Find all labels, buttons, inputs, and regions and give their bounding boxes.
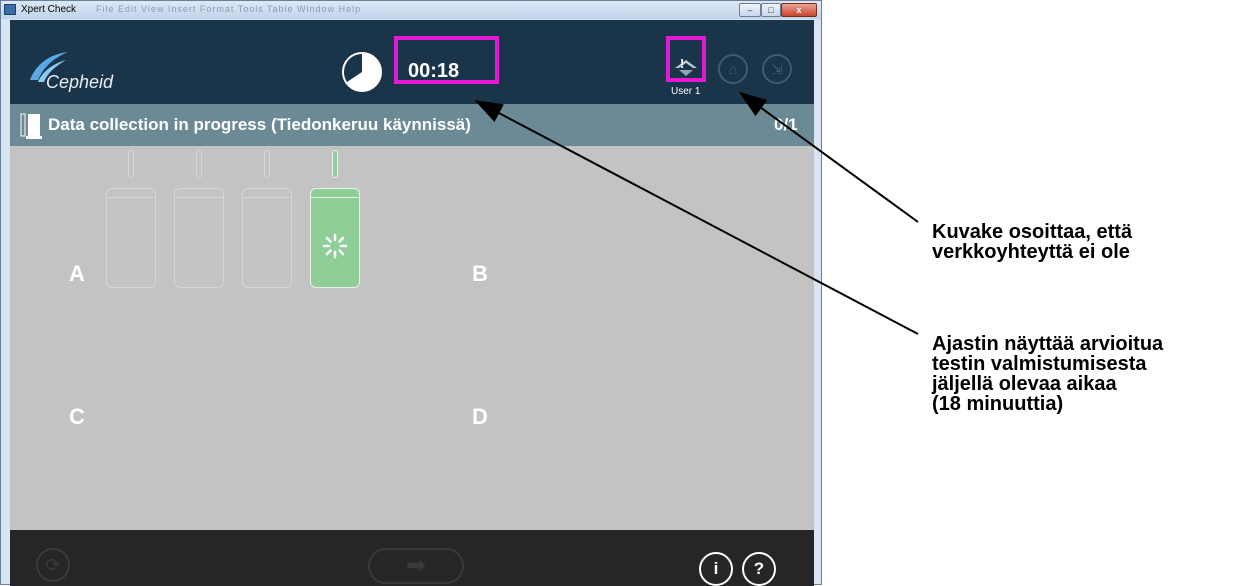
title-bar[interactable]: Xpert Check File Edit View Insert Format… [1, 1, 821, 19]
minimize-button[interactable]: – [739, 3, 761, 17]
quadrant-label-a: A [69, 261, 85, 286]
module-tab [264, 150, 270, 178]
module-body [106, 188, 156, 288]
spinner-icon [322, 233, 348, 259]
next-button[interactable]: ➡ [368, 548, 464, 584]
close-button[interactable]: x [781, 3, 817, 17]
callout-line: Ajastin näyttää arvioitua [932, 333, 1164, 355]
module-tab [196, 150, 202, 178]
quadrant-label-b: B [472, 261, 488, 286]
module-body [242, 188, 292, 288]
status-bar: Data collection in progress (Tiedonkeruu… [10, 104, 814, 146]
callout-line: jäljellä olevaa aikaa [932, 373, 1117, 395]
exit-button[interactable]: ⇲ [762, 54, 792, 84]
cartridge-icon [20, 113, 42, 139]
app-content: Cepheid 00:18 ! User 1 ⌂ ⇲ Data collecti… [10, 20, 814, 586]
info-icon: i [713, 559, 719, 578]
menu-bar[interactable]: File Edit View Insert Format Tools Table… [96, 4, 361, 14]
module-body [174, 188, 224, 288]
refresh-button[interactable]: ⟳ [36, 548, 70, 582]
timer-callout-text: Ajastin näyttää arvioitua testin valmist… [932, 334, 1163, 414]
window-title: Xpert Check [21, 4, 77, 15]
module-count: 0/1 [774, 115, 798, 134]
callout-line: Kuvake osoittaa, että [932, 221, 1133, 243]
callout-line: testin valmistumisesta [932, 353, 1147, 375]
callout-line: (18 minuuttia) [932, 393, 1064, 415]
app-window: Xpert Check File Edit View Insert Format… [0, 0, 822, 586]
progress-pie-icon [342, 52, 382, 92]
arrow-right-icon: ➡ [405, 552, 427, 579]
exit-icon: ⇲ [771, 61, 783, 77]
module-tab [128, 150, 134, 178]
network-callout-text: Kuvake osoittaa, että verkkoyhteyttä ei … [932, 222, 1132, 262]
network-highlight-box [666, 36, 706, 82]
footer-bar: ⟳ ➡ i ? [10, 530, 814, 586]
callout-line: verkkoyhteyttä ei ole [932, 241, 1130, 263]
logo-text: Cepheid [46, 72, 114, 92]
status-message: Data collection in progress (Tiedonkeruu… [48, 115, 471, 134]
maximize-button[interactable]: □ [761, 3, 781, 17]
timer-highlight-box [394, 36, 499, 84]
user-label: User 1 [671, 86, 701, 97]
home-icon: ⌂ [728, 61, 738, 77]
app-icon [4, 4, 16, 15]
help-button[interactable]: ? [742, 552, 776, 586]
quadrant-label-c: C [69, 404, 85, 429]
quadrant-label-d: D [472, 404, 488, 429]
help-icon: ? [753, 559, 765, 578]
home-button[interactable]: ⌂ [718, 54, 748, 84]
module-body [310, 188, 360, 288]
refresh-icon: ⟳ [45, 555, 61, 575]
info-button[interactable]: i [699, 552, 733, 586]
module-tab [332, 150, 338, 178]
